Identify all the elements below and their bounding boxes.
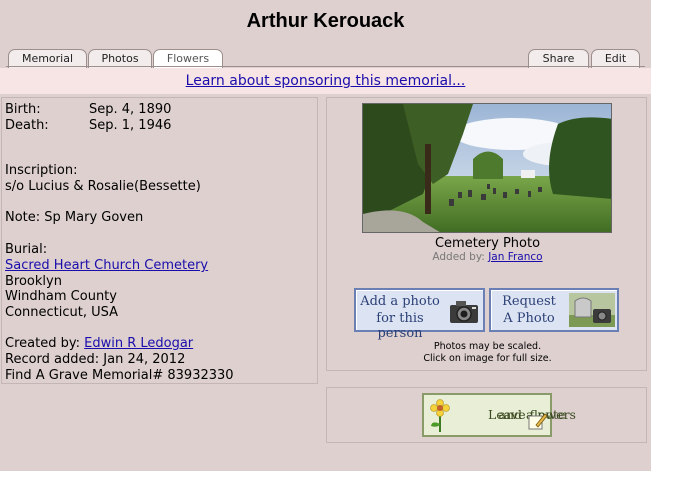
photos-click-note: Click on image for full size. bbox=[423, 353, 552, 364]
death-date: Sep. 1, 1946 bbox=[89, 118, 172, 133]
sponsor-link[interactable]: Learn about sponsoring this memorial... bbox=[186, 73, 466, 89]
sponsor-bar: Learn about sponsoring this memorial... bbox=[0, 68, 651, 94]
burial-city: Brooklyn bbox=[5, 274, 62, 289]
page-title: Arthur Kerouack bbox=[246, 10, 405, 32]
death-label: Death: bbox=[5, 118, 49, 133]
note-text: Note: Sp Mary Goven bbox=[5, 210, 144, 225]
leave-flowers-button[interactable]: Leave flowers and a note bbox=[422, 393, 576, 437]
inscription-label: Inscription: bbox=[5, 163, 78, 178]
photo-contributor-link[interactable]: Jan Franco bbox=[488, 251, 542, 263]
photos-scaled-note: Photos may be scaled. bbox=[433, 341, 542, 352]
inscription-text: s/o Lucius & Rosalie(Bessette) bbox=[5, 179, 201, 194]
photo-panel: Cemetery Photo Added by: Jan Franco Add … bbox=[326, 97, 647, 371]
burial-state: Connecticut, USA bbox=[5, 305, 119, 320]
tab-divider bbox=[6, 66, 645, 67]
request-photo-label-2: A Photo bbox=[503, 311, 555, 326]
added-by-label: Added by: bbox=[432, 251, 485, 263]
add-photo-button[interactable]: Add a photo for this person bbox=[354, 288, 485, 341]
burial-county: Windham County bbox=[5, 289, 117, 304]
burial-label: Burial: bbox=[5, 242, 48, 257]
cemetery-photo-image bbox=[363, 104, 611, 232]
birth-date: Sep. 4, 1890 bbox=[89, 102, 172, 117]
cemetery-photo[interactable] bbox=[362, 103, 612, 233]
death-row: Death: Sep. 1, 1946 bbox=[5, 118, 171, 134]
created-by-label: Created by: bbox=[5, 336, 80, 351]
camera-icon bbox=[450, 301, 478, 323]
flower-icon bbox=[430, 399, 450, 432]
add-photo-label-2: for this person bbox=[376, 311, 424, 341]
creator-link[interactable]: Edwin R Ledogar bbox=[84, 336, 193, 351]
cemetery-link[interactable]: Sacred Heart Church Cemetery bbox=[5, 258, 208, 273]
memorial-page: Arthur Kerouack Memorial Photos Flowers … bbox=[0, 0, 651, 471]
request-photo-label-1: Request bbox=[502, 294, 556, 309]
record-added: Record added: Jan 24, 2012 bbox=[5, 352, 186, 367]
request-photo-button[interactable]: Request A Photo bbox=[489, 288, 619, 332]
birth-row: Birth: Sep. 4, 1890 bbox=[5, 102, 171, 118]
add-photo-label-1: Add a photo bbox=[360, 294, 440, 309]
created-by-row: Created by: Edwin R Ledogar bbox=[5, 336, 193, 352]
flowers-panel: Leave flowers and a note bbox=[326, 387, 647, 443]
birth-label: Birth: bbox=[5, 102, 41, 117]
note-pencil-icon bbox=[528, 413, 548, 430]
memorial-details: Birth: Sep. 4, 1890 Death: Sep. 1, 1946 In… bbox=[1, 97, 318, 384]
memorial-id: Find A Grave Memorial# 83932330 bbox=[5, 368, 234, 383]
photo-caption: Cemetery Photo bbox=[434, 236, 541, 251]
gravestone-camera-icon bbox=[569, 293, 615, 327]
photo-added-by: Added by: Jan Franco bbox=[327, 251, 648, 263]
